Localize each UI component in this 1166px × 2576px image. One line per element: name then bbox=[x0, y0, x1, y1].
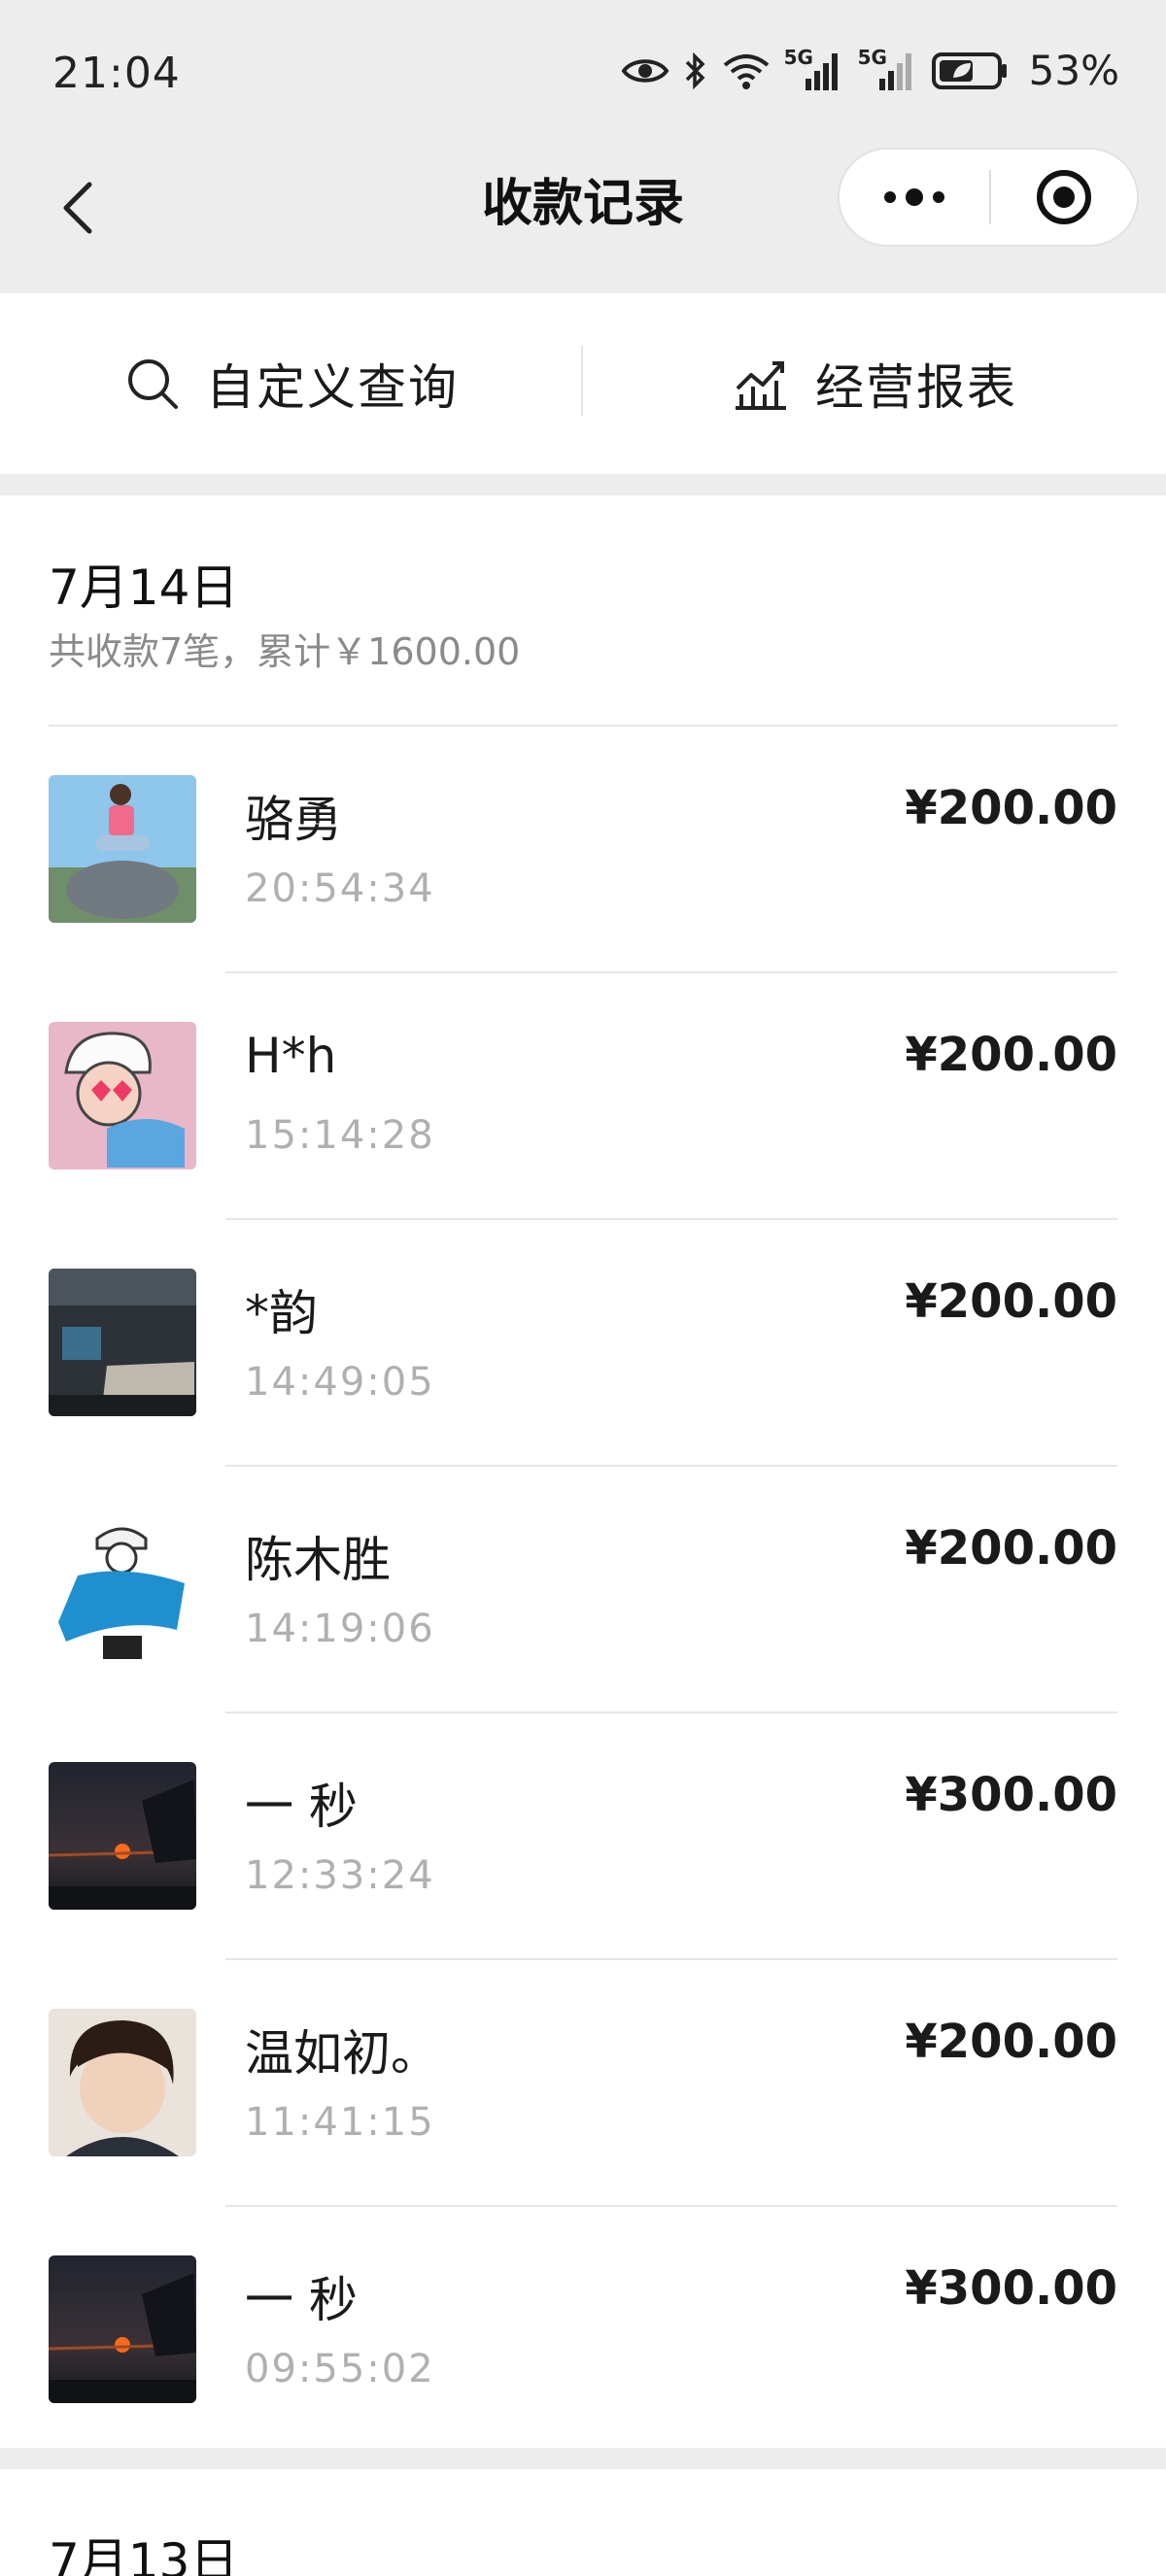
payment-amount: ¥200.00 bbox=[905, 781, 1117, 835]
avatar bbox=[49, 1269, 196, 1416]
avatar bbox=[49, 2009, 196, 2156]
search-icon bbox=[128, 359, 178, 409]
payment-list: 骆勇 20:54:34 ¥200.00 H*h 15:14:28 ¥200.00… bbox=[0, 727, 1166, 2454]
payment-record[interactable]: 温如初。 11:41:15 ¥200.00 bbox=[0, 1960, 1166, 2207]
payment-amount: ¥300.00 bbox=[905, 2261, 1117, 2316]
payment-record[interactable]: *韵 14:49:05 ¥200.00 bbox=[0, 1220, 1166, 1467]
payment-time: 20:54:34 bbox=[245, 866, 435, 911]
nav-bar: 收款记录 bbox=[0, 146, 1166, 293]
battery-icon bbox=[931, 51, 1010, 90]
target-close-icon bbox=[1037, 170, 1091, 224]
payment-amount: ¥200.00 bbox=[905, 1521, 1117, 1576]
section-date: 7月14日 bbox=[49, 559, 239, 616]
close-button[interactable] bbox=[991, 150, 1137, 245]
payment-record[interactable]: 一 秒 12:33:24 ¥300.00 bbox=[0, 1713, 1166, 1960]
payment-record[interactable]: 骆勇 20:54:34 ¥200.00 bbox=[0, 727, 1166, 973]
section-date: 7月13日 bbox=[49, 2533, 239, 2576]
payment-record[interactable]: H*h 15:14:28 ¥200.00 bbox=[0, 973, 1166, 1220]
status-bar: 21:04 5G 5G 53% bbox=[0, 0, 1166, 146]
action-row: 自定义查询 经营报表 bbox=[0, 293, 1166, 474]
avatar bbox=[49, 1022, 196, 1169]
battery-percent: 53% bbox=[1028, 47, 1119, 94]
payment-time: 11:41:15 bbox=[245, 2100, 435, 2145]
eye-icon bbox=[621, 54, 669, 87]
payment-record[interactable]: 陈木胜 14:19:06 ¥200.00 bbox=[0, 1467, 1166, 1713]
payment-time: 14:49:05 bbox=[245, 1360, 435, 1405]
payment-record[interactable]: 一 秒 09:55:02 ¥300.00 bbox=[0, 2207, 1166, 2454]
mini-program-capsule bbox=[838, 148, 1139, 247]
date-section: 7月13日 bbox=[0, 2469, 1166, 2576]
wifi-icon bbox=[722, 51, 771, 90]
payment-amount: ¥200.00 bbox=[905, 1274, 1117, 1329]
payer-name: H*h bbox=[245, 1028, 337, 1084]
date-section: 7月14日 共收款7笔，累计￥1600.00 骆勇 20:54:34 ¥200.… bbox=[0, 495, 1166, 2448]
payment-time: 09:55:02 bbox=[245, 2347, 435, 2391]
payment-amount: ¥300.00 bbox=[905, 1768, 1117, 1822]
bluetooth-icon bbox=[683, 51, 708, 90]
signal-icon-1: 5G bbox=[784, 46, 844, 92]
payment-amount: ¥200.00 bbox=[905, 2015, 1117, 2069]
payer-name: 一 秒 bbox=[245, 1779, 358, 1835]
custom-query-label: 自定义查询 bbox=[206, 359, 459, 416]
avatar bbox=[49, 1762, 196, 1910]
avatar bbox=[49, 1515, 196, 1663]
custom-query-button[interactable]: 自定义查询 bbox=[0, 293, 583, 474]
payer-name: 陈木胜 bbox=[245, 1532, 391, 1588]
business-report-button[interactable]: 经营报表 bbox=[583, 293, 1166, 474]
payer-name: 温如初。 bbox=[245, 2025, 439, 2082]
section-summary: 共收款7笔，累计￥1600.00 bbox=[49, 630, 521, 673]
more-dots-icon bbox=[884, 188, 944, 206]
payment-amount: ¥200.00 bbox=[905, 1028, 1117, 1082]
payer-name: 一 秒 bbox=[245, 2272, 358, 2328]
avatar bbox=[49, 775, 196, 923]
chart-trend-icon bbox=[736, 361, 786, 410]
signal-icon-2: 5G bbox=[858, 46, 918, 92]
payment-time: 12:33:24 bbox=[245, 1853, 435, 1898]
payer-name: *韵 bbox=[245, 1285, 318, 1341]
payment-time: 14:19:06 bbox=[245, 1607, 435, 1651]
status-time: 21:04 bbox=[52, 49, 181, 98]
payment-time: 15:14:28 bbox=[245, 1113, 435, 1158]
more-button[interactable] bbox=[840, 150, 989, 245]
business-report-label: 经营报表 bbox=[815, 359, 1017, 416]
payer-name: 骆勇 bbox=[245, 792, 342, 848]
status-icons: 5G 5G 53% bbox=[621, 46, 1119, 94]
avatar bbox=[49, 2255, 196, 2403]
